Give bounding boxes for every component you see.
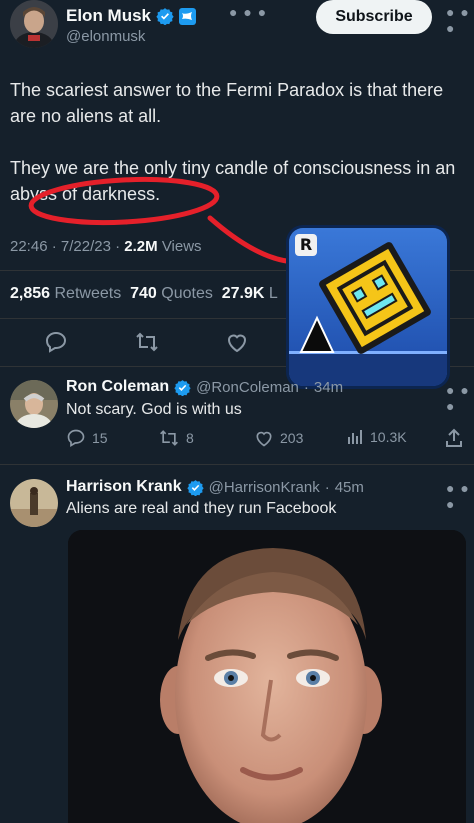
reply2-handle[interactable]: @HarrisonKrank [209,479,320,496]
likes-stat[interactable]: 27.9K L [222,285,278,302]
reply2-text: Aliens are real and they run Facebook [66,500,337,517]
reply1-text: Not scary. God is with us [66,401,242,418]
game-icon-overlay: R [289,228,447,386]
views-label: Views [161,238,202,255]
retweet-icon [160,430,178,446]
reply1-time: 34m [313,378,344,396]
reply1-retweet-action[interactable]: 8 [158,428,194,448]
like-icon[interactable] [225,330,249,354]
game-badge-letter: R [295,234,317,256]
reply1-views-action[interactable]: 10.3K [346,428,407,446]
retweet-icon[interactable] [134,330,160,354]
reply1-like-action[interactable]: 203 [254,428,303,448]
share-icon[interactable] [444,428,464,448]
verified-badge-icon [186,479,204,496]
tweet-time: 22:46 [10,238,48,255]
reply1-more-icon[interactable]: ● ● ● [446,382,474,414]
views-icon [348,430,362,444]
quotes-stat[interactable]: 740 Quotes [130,285,213,302]
tweet-date: 7/22/23 [60,238,111,255]
reply2-attached-photo[interactable] [68,530,466,823]
views-count: 2.2M [124,238,158,255]
reply1-reply-action[interactable]: 15 [66,428,108,448]
verified-badge-icon [174,379,191,396]
reply-icon [67,429,85,447]
like-icon [256,431,272,447]
reply1-handle[interactable]: @RonColeman [196,379,299,396]
reply1-author-name[interactable]: Ron Coleman [66,378,169,396]
reply-icon[interactable] [44,330,68,354]
harrison-krank-avatar[interactable] [10,479,58,527]
reply2-author-name[interactable]: Harrison Krank [66,478,182,496]
reply2-more-icon[interactable]: ● ● ● [446,480,474,512]
ron-coleman-avatar[interactable] [10,380,58,428]
reply2-time: 45m [334,478,364,496]
retweets-stat[interactable]: 2,856 Retweets [10,285,121,302]
